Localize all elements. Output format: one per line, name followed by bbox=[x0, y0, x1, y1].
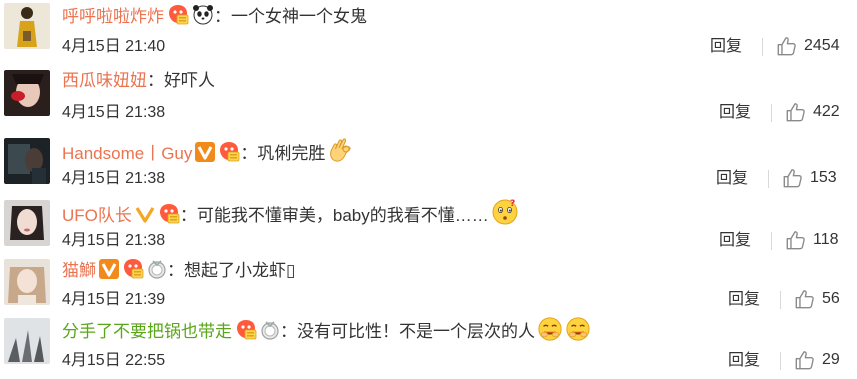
comment-text: 好吓人 bbox=[164, 71, 215, 90]
reply-button[interactable]: 回复 bbox=[716, 169, 748, 189]
like-count: 56 bbox=[822, 290, 840, 307]
like-button[interactable]: 422 bbox=[785, 101, 840, 123]
like-button[interactable]: 2454 bbox=[776, 35, 840, 57]
like-button[interactable]: 118 bbox=[785, 229, 839, 251]
comment-text: 没有可比性！不是一个层次的人 bbox=[297, 322, 535, 341]
ok-hand-emoji-icon bbox=[327, 136, 355, 164]
thumbs-up-icon bbox=[782, 167, 804, 189]
divider bbox=[780, 291, 781, 309]
username-link[interactable]: 分手了不要把锅也带走 bbox=[62, 322, 232, 341]
like-count: 29 bbox=[822, 351, 840, 368]
like-count: 153 bbox=[810, 169, 837, 186]
reply-button[interactable]: 回复 bbox=[728, 351, 760, 371]
comment-time: 4月15日 21:38 bbox=[62, 232, 166, 249]
comment-time: 4月15日 21:38 bbox=[62, 104, 166, 121]
thumbs-up-icon bbox=[785, 101, 807, 123]
vip-v-icon[interactable] bbox=[99, 259, 119, 279]
avatar[interactable] bbox=[4, 259, 50, 305]
comment-line: 西瓜味妞妞：好吓人 bbox=[62, 70, 215, 92]
giggle-emoji-icon bbox=[565, 316, 591, 342]
puzzled-emoji-icon bbox=[491, 198, 519, 226]
like-count: 118 bbox=[813, 231, 839, 248]
like-count: 422 bbox=[813, 103, 840, 120]
thumbs-up-icon bbox=[776, 35, 798, 57]
comment-item: Handsome丨Guy ：巩俐完胜 4月15日 21:38 回复 153 bbox=[0, 134, 857, 194]
fan-badge-icon[interactable] bbox=[218, 140, 240, 162]
divider bbox=[771, 104, 772, 122]
thumbs-up-icon bbox=[794, 349, 816, 371]
username-link[interactable]: 西瓜味妞妞 bbox=[62, 71, 147, 90]
comment-separator: ： bbox=[280, 322, 297, 341]
like-button[interactable]: 29 bbox=[794, 349, 840, 371]
comment-text: 巩俐完胜 bbox=[257, 144, 326, 163]
comment-item: 西瓜味妞妞：好吓人 4月15日 21:38 回复 422 bbox=[0, 66, 857, 126]
comment-line: 呼呼啦啦炸炸 ：一个女神一个女鬼 bbox=[62, 3, 367, 28]
vip-v-icon[interactable] bbox=[195, 142, 215, 162]
comment-separator: ： bbox=[214, 7, 231, 26]
comment-time: 4月15日 21:39 bbox=[62, 291, 166, 308]
divider bbox=[780, 352, 781, 370]
username-link[interactable]: UFO队长 bbox=[62, 206, 132, 225]
username-link[interactable]: 呼呼啦啦炸炸 bbox=[62, 7, 164, 26]
reply-button[interactable]: 回复 bbox=[719, 103, 751, 123]
comment-text: 想起了小龙虾▯ bbox=[184, 261, 296, 280]
comment-line: UFO队长 ：可能我不懂审美，baby的我看不懂…… bbox=[62, 198, 519, 227]
fan-badge-icon[interactable] bbox=[167, 3, 189, 25]
reply-button[interactable]: 回复 bbox=[728, 290, 760, 310]
divider bbox=[768, 170, 769, 188]
comment-text: 一个女神一个女鬼 bbox=[231, 7, 367, 26]
comment-item: 猫鰤 ：想起了小龙虾▯ 4月15日 21:39 回复 56 bbox=[0, 255, 857, 315]
comment-separator: ： bbox=[240, 144, 258, 163]
divider bbox=[771, 232, 772, 250]
comment-time: 4月15日 21:38 bbox=[62, 170, 166, 187]
like-count: 2454 bbox=[804, 37, 840, 54]
comment-separator: ： bbox=[147, 71, 164, 90]
silver-medal-icon[interactable] bbox=[260, 320, 280, 340]
fan-badge-icon[interactable] bbox=[235, 318, 257, 340]
avatar[interactable] bbox=[4, 200, 50, 246]
avatar[interactable] bbox=[4, 70, 50, 116]
comment-line: 分手了不要把锅也带走 ：没有可比性！不是一个层次的人 bbox=[62, 316, 591, 343]
panda-emoji-icon bbox=[192, 3, 214, 25]
silver-medal-icon[interactable] bbox=[147, 259, 167, 279]
comment-item: 呼呼啦啦炸炸 ：一个女神一个女鬼 4月15日 21:40 回复 2454 bbox=[0, 0, 857, 60]
reply-button[interactable]: 回复 bbox=[719, 231, 751, 251]
giggle-emoji-icon bbox=[537, 316, 563, 342]
comment-separator: ： bbox=[167, 261, 184, 280]
avatar[interactable] bbox=[4, 138, 50, 184]
comment-item: 分手了不要把锅也带走 ：没有可比性！不是一个层次的人 4月15日 22:55 回复… bbox=[0, 313, 857, 379]
fan-badge-icon[interactable] bbox=[158, 202, 180, 224]
thumbs-up-icon bbox=[794, 288, 816, 310]
fan-badge-icon[interactable] bbox=[122, 257, 144, 279]
thumbs-up-icon bbox=[785, 229, 807, 251]
comment-time: 4月15日 21:40 bbox=[62, 38, 166, 55]
comment-line: 猫鰤 ：想起了小龙虾▯ bbox=[62, 257, 295, 282]
avatar[interactable] bbox=[4, 3, 50, 49]
comment-text: 可能我不懂审美，baby的我看不懂…… bbox=[196, 206, 489, 225]
avatar[interactable] bbox=[4, 318, 50, 364]
comment-time: 4月15日 22:55 bbox=[62, 352, 166, 369]
comment-item: UFO队长 ：可能我不懂审美，baby的我看不懂…… 4月15日 21:38 回复… bbox=[0, 196, 857, 256]
comment-line: Handsome丨Guy ：巩俐完胜 bbox=[62, 136, 355, 165]
comment-separator: ： bbox=[179, 206, 197, 225]
vip-v-icon[interactable] bbox=[135, 204, 155, 224]
reply-button[interactable]: 回复 bbox=[710, 37, 742, 57]
like-button[interactable]: 153 bbox=[782, 167, 837, 189]
divider bbox=[762, 38, 763, 56]
like-button[interactable]: 56 bbox=[794, 288, 840, 310]
username-link[interactable]: Handsome丨Guy bbox=[62, 144, 192, 163]
username-link[interactable]: 猫鰤 bbox=[62, 261, 96, 280]
